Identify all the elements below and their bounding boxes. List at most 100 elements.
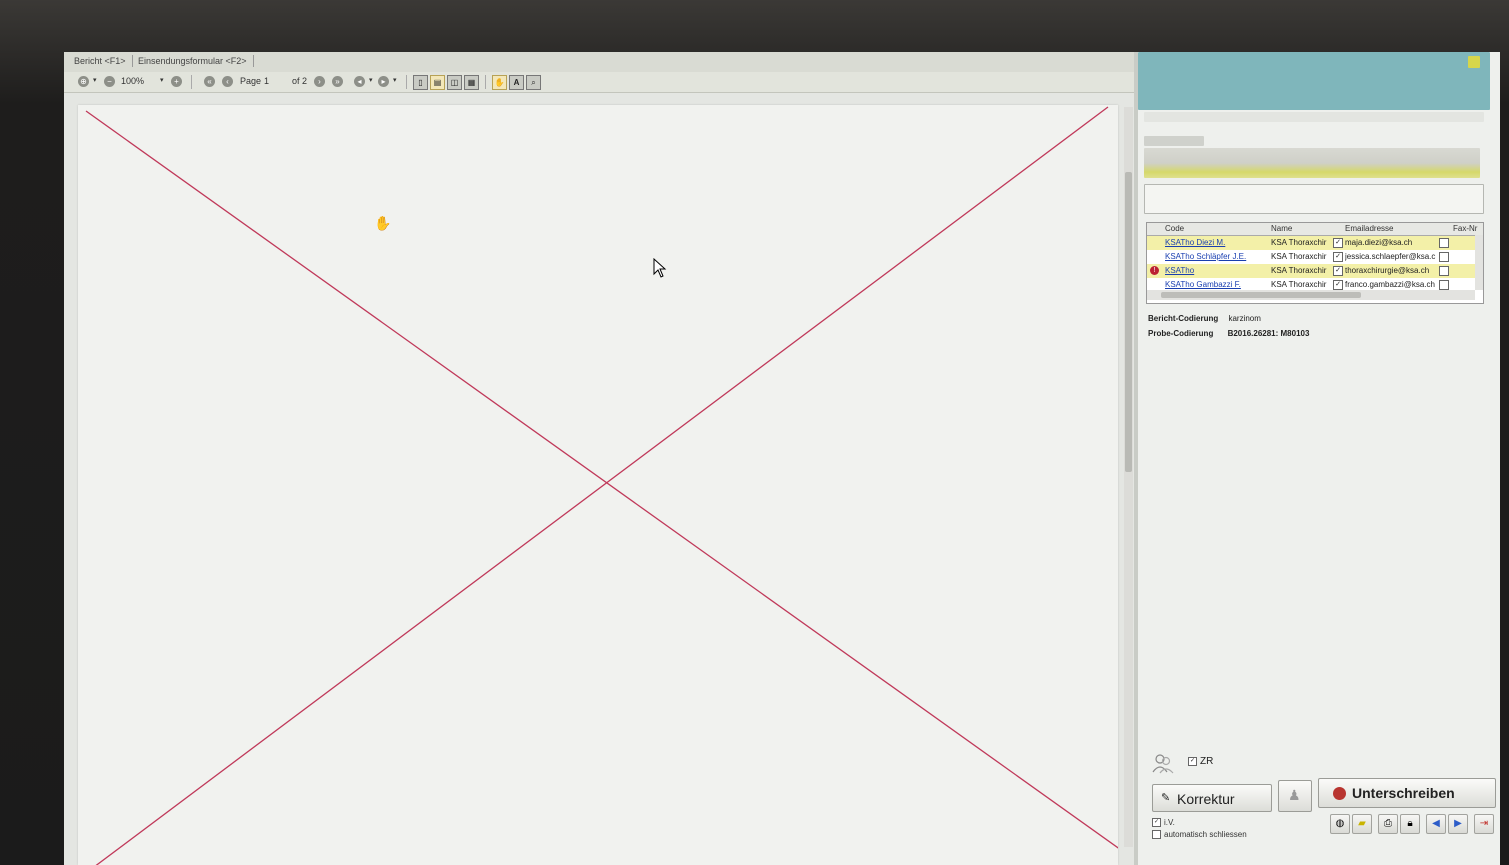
- column-header-fax[interactable]: Fax-Nr: [1453, 224, 1477, 233]
- blurred-marker: [1468, 56, 1480, 68]
- document-scroll-thumb[interactable]: [1125, 172, 1132, 472]
- application-window: Bericht <F1> Einsendungsformular <F2> ⊕ …: [64, 52, 1500, 865]
- toolbar-divider: [485, 75, 486, 89]
- single-page-view-icon[interactable]: ▯: [413, 75, 428, 90]
- bericht-codierung-row: Bericht-Codierung karzinom: [1148, 314, 1261, 323]
- fax-checkbox[interactable]: [1439, 266, 1449, 276]
- patient-header-blurred: [1138, 52, 1490, 110]
- fax-checkbox[interactable]: [1439, 238, 1449, 248]
- back-icon[interactable]: ◂: [354, 76, 365, 87]
- recipient-code[interactable]: KSATho Gambazzi F.: [1165, 280, 1255, 289]
- korrektur-label: Korrektur: [1177, 791, 1235, 807]
- back-dropdown-icon[interactable]: ▾: [369, 76, 373, 84]
- text-select-icon[interactable]: A: [509, 75, 524, 90]
- zoom-in-icon[interactable]: +: [171, 76, 182, 87]
- viewer-toolbar: ⊕ ▾ − 100% ▾ + « ‹ Page 1 of 2 › » ◂ ▾ ▸…: [64, 72, 1134, 93]
- korrektur-button[interactable]: ✎ Korrektur: [1152, 784, 1272, 812]
- zr-checkbox[interactable]: ✓: [1188, 756, 1197, 766]
- zoom-out-icon[interactable]: −: [104, 76, 115, 87]
- page-number-input[interactable]: 1: [264, 76, 269, 86]
- toolbar-divider: [191, 75, 192, 89]
- document-area[interactable]: ✋: [64, 93, 1134, 865]
- zoom-dropdown-icon[interactable]: ▾: [93, 76, 97, 84]
- iv-checkbox[interactable]: ✓: [1152, 818, 1161, 828]
- first-page-icon[interactable]: «: [204, 76, 215, 87]
- facing-pages-icon[interactable]: ◫: [447, 75, 462, 90]
- column-header-email[interactable]: Emailadresse: [1345, 224, 1393, 233]
- forward-dropdown-icon[interactable]: ▾: [393, 76, 397, 84]
- bericht-codierung-value: karzinom: [1228, 314, 1261, 323]
- probe-codierung-value: B2016.26281: M80103: [1227, 329, 1310, 338]
- column-header-code[interactable]: Code: [1165, 224, 1184, 233]
- zr-option[interactable]: ✓ ZR: [1188, 756, 1213, 767]
- tab-bericht[interactable]: Bericht <F1>: [68, 55, 133, 67]
- recipient-checkbox[interactable]: ✓: [1333, 280, 1343, 290]
- print-icon[interactable]: ⎙: [1378, 814, 1398, 834]
- zoom-icon[interactable]: ⊕: [78, 76, 89, 87]
- unterschreiben-button[interactable]: Unterschreiben: [1318, 778, 1496, 808]
- recipient-name: KSA Thoraxchir: [1271, 238, 1327, 247]
- find-icon[interactable]: ⌕: [526, 75, 541, 90]
- table-row[interactable]: ! KSATho KSA Thoraxchir ✓ thoraxchirurgi…: [1147, 264, 1475, 278]
- recipients-table: Code Name Emailadresse Fax-Nr KSATho Die…: [1146, 222, 1484, 304]
- iv-label: i.V.: [1164, 818, 1175, 827]
- zoom-level-dropdown-icon[interactable]: ▾: [160, 76, 164, 84]
- hand-tool-icon[interactable]: ✋: [492, 75, 507, 90]
- recipient-email: maja.diezi@ksa.ch: [1345, 238, 1413, 247]
- recipient-code[interactable]: KSATho Diezi M.: [1165, 238, 1255, 247]
- zr-label: ZR: [1200, 756, 1214, 767]
- probe-codierung-row: Probe-Codierung B2016.26281: M80103: [1148, 329, 1309, 338]
- arrow-left-icon[interactable]: ◀: [1426, 814, 1446, 834]
- cross-line-1: [85, 110, 1118, 849]
- recipient-name: KSA Thoraxchir: [1271, 280, 1327, 289]
- auto-close-checkbox[interactable]: [1152, 830, 1161, 840]
- iv-option[interactable]: ✓ i.V.: [1152, 818, 1175, 828]
- exit-icon[interactable]: ⇥: [1474, 814, 1494, 834]
- page-label: Page: [240, 76, 262, 86]
- sign-icon: [1333, 787, 1346, 800]
- recipient-code[interactable]: KSATho: [1165, 266, 1255, 275]
- table-row[interactable]: KSATho Schläpfer J.E. KSA Thoraxchir ✓ j…: [1147, 250, 1475, 264]
- stamp-button[interactable]: ♟: [1278, 780, 1312, 812]
- continuous-view-icon[interactable]: ▤: [430, 75, 445, 90]
- recipient-email: jessica.schlaepfer@ksa.c: [1345, 252, 1436, 261]
- recipient-checkbox[interactable]: ✓: [1333, 266, 1343, 276]
- table-vertical-scrollbar[interactable]: [1475, 235, 1483, 290]
- tab-bar: Bericht <F1> Einsendungsformular <F2>: [64, 52, 1134, 73]
- globe-icon[interactable]: ◍: [1330, 814, 1350, 834]
- recipient-checkbox[interactable]: ✓: [1333, 238, 1343, 248]
- note-icon[interactable]: ▰: [1352, 814, 1372, 834]
- users-icon[interactable]: [1152, 752, 1174, 774]
- missing-content-cross: [85, 106, 1118, 865]
- recipient-checkbox[interactable]: ✓: [1333, 252, 1343, 262]
- previous-page-icon[interactable]: ‹: [222, 76, 233, 87]
- table-header: Code Name Emailadresse Fax-Nr: [1147, 223, 1483, 236]
- toolbar-divider: [406, 75, 407, 89]
- last-page-icon[interactable]: »: [332, 76, 343, 87]
- blurred-input: [1144, 184, 1484, 214]
- page-count: of 2: [292, 76, 308, 86]
- fax-checkbox[interactable]: [1439, 252, 1449, 262]
- blurred-field: [1144, 112, 1484, 122]
- lock-icon[interactable]: 🔒︎: [1400, 814, 1420, 834]
- tab-einsendungsformular[interactable]: Einsendungsformular <F2>: [132, 55, 254, 67]
- next-page-icon[interactable]: ›: [314, 76, 325, 87]
- blurred-label: [1144, 136, 1204, 146]
- fax-checkbox[interactable]: [1439, 280, 1449, 290]
- forward-icon[interactable]: ▸: [378, 76, 389, 87]
- table-scroll-thumb[interactable]: [1161, 292, 1361, 298]
- arrow-right-icon[interactable]: ▶: [1448, 814, 1468, 834]
- auto-close-option[interactable]: automatisch schliessen: [1152, 830, 1247, 840]
- table-row[interactable]: KSATho Diezi M. KSA Thoraxchir ✓ maja.di…: [1147, 236, 1475, 250]
- column-header-name[interactable]: Name: [1271, 224, 1292, 233]
- warning-icon: !: [1150, 266, 1159, 275]
- zoom-level[interactable]: 100%: [121, 76, 144, 86]
- thumbnail-grid-icon[interactable]: ▦: [464, 75, 479, 90]
- probe-codierung-label: Probe-Codierung: [1148, 329, 1214, 338]
- unterschreiben-label: Unterschreiben: [1352, 785, 1455, 801]
- recipient-name: KSA Thoraxchir: [1271, 266, 1327, 275]
- document-page-placeholder: [78, 105, 1118, 865]
- recipient-name: KSA Thoraxchir: [1271, 252, 1327, 261]
- recipient-code[interactable]: KSATho Schläpfer J.E.: [1165, 252, 1255, 261]
- stamp-icon: ♟: [1288, 787, 1301, 803]
